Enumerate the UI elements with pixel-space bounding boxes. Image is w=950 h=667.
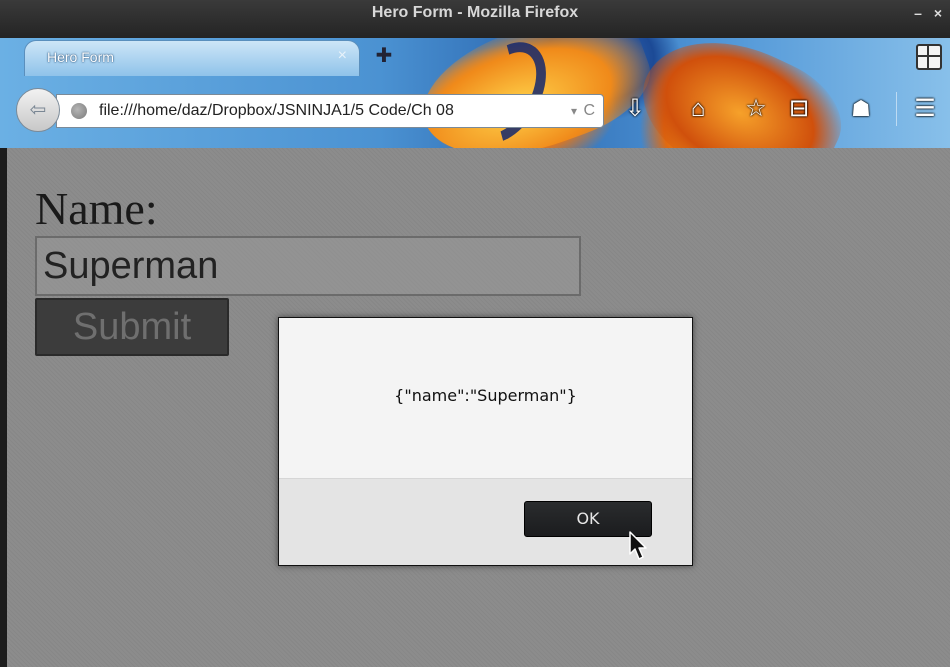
back-button[interactable]: ⇦ xyxy=(16,88,60,132)
reload-icon[interactable]: C xyxy=(583,95,595,127)
browser-chrome: Hero Form × ✚ file:///home/daz/Dropbox/J… xyxy=(0,38,950,148)
name-label: Name: xyxy=(35,183,158,234)
alert-dialog: {"name":"Superman"} OK xyxy=(278,317,693,566)
url-text: file:///home/daz/Dropbox/JSNINJA1/5 Code… xyxy=(99,102,454,119)
submit-button[interactable]: Submit xyxy=(35,298,229,356)
window-title: Hero Form - Mozilla Firefox xyxy=(371,4,579,21)
bookmark-star-icon[interactable]: ☆ xyxy=(741,94,771,124)
download-icon[interactable]: ⇩ xyxy=(620,94,650,124)
title-bar: Hero Form - Mozilla Firefox – × xyxy=(0,0,950,38)
navigation-toolbar: file:///home/daz/Dropbox/JSNINJA1/5 Code… xyxy=(0,76,950,146)
mouse-cursor-icon xyxy=(629,531,647,560)
name-input[interactable]: Superman xyxy=(35,236,581,296)
toolbar-separator xyxy=(896,92,897,126)
menu-icon[interactable]: ☰ xyxy=(910,94,940,124)
tab-title: Hero Form xyxy=(47,49,114,65)
window-controls[interactable]: – × xyxy=(914,0,946,26)
home-icon[interactable]: ⌂ xyxy=(683,94,713,124)
back-arrow-icon: ⇦ xyxy=(29,99,47,121)
alert-message: {"name":"Superman"} xyxy=(394,386,577,405)
url-bar[interactable]: file:///home/daz/Dropbox/JSNINJA1/5 Code… xyxy=(56,94,604,128)
reading-list-icon[interactable]: ⊟ xyxy=(784,94,814,124)
tab-groups-icon[interactable] xyxy=(916,44,942,70)
window-edge xyxy=(0,148,7,667)
browser-window: Hero Form - Mozilla Firefox – × Hero For… xyxy=(0,0,950,667)
site-identity-icon[interactable] xyxy=(71,103,87,119)
new-tab-icon[interactable]: ✚ xyxy=(372,44,396,68)
ghostery-icon[interactable]: ☗ xyxy=(846,94,876,124)
tab-hero-form[interactable]: Hero Form × xyxy=(24,40,360,76)
history-dropdown-icon[interactable]: ▾ xyxy=(571,95,577,127)
tab-close-icon[interactable]: × xyxy=(338,47,347,65)
